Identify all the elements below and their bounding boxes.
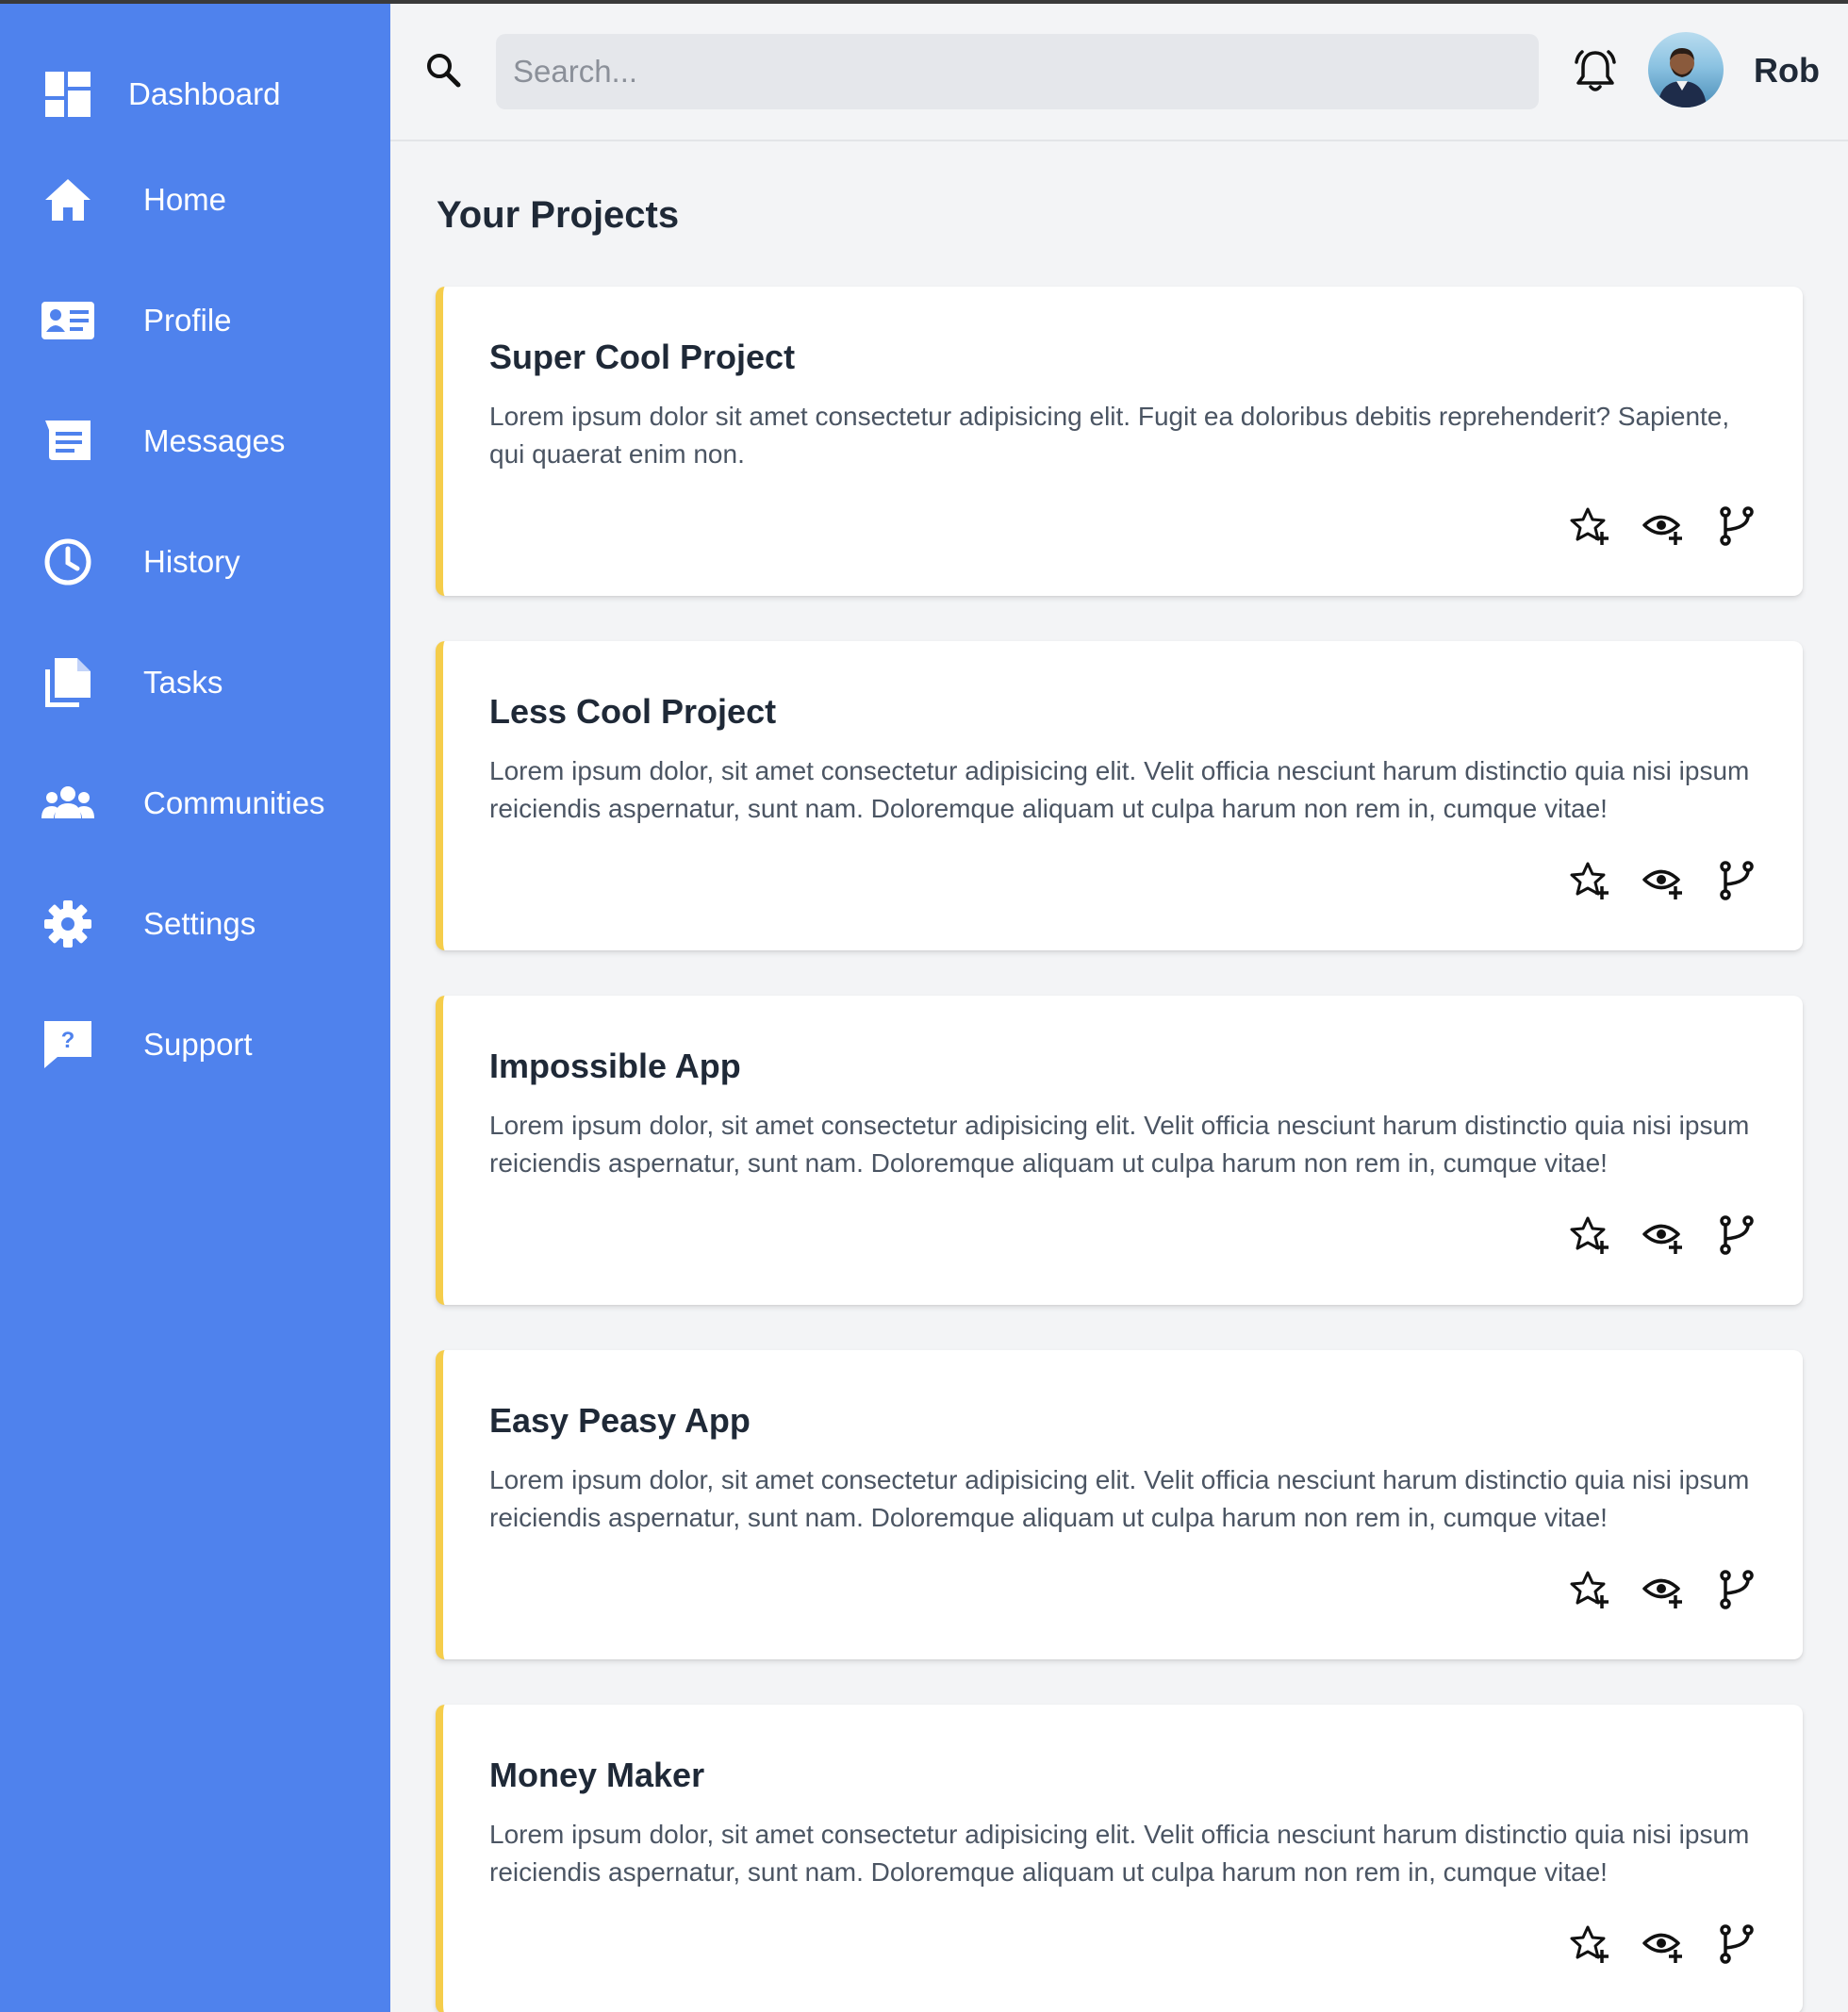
profile-card-icon <box>40 292 96 349</box>
project-description: Lorem ipsum dolor sit amet consectetur a… <box>489 402 1730 469</box>
project-card: Money Maker Lorem ipsum dolor, sit amet … <box>436 1705 1803 2012</box>
star-plus-icon[interactable] <box>1569 1569 1610 1610</box>
watch-eye-icon[interactable] <box>1642 505 1684 547</box>
sidebar-item-tasks[interactable]: Tasks <box>0 635 390 730</box>
watch-eye-icon[interactable] <box>1642 1214 1684 1256</box>
sidebar-item-label: Communities <box>143 785 325 820</box>
fork-icon[interactable] <box>1716 860 1757 901</box>
project-card: Super Cool Project Lorem ipsum dolor sit… <box>436 287 1803 596</box>
project-title[interactable]: Super Cool Project <box>489 334 795 381</box>
fork-icon[interactable] <box>1716 1214 1757 1256</box>
watch-eye-icon[interactable] <box>1642 1923 1684 1965</box>
star-plus-icon[interactable] <box>1569 860 1610 901</box>
gear-icon <box>40 896 96 952</box>
project-title[interactable]: Easy Peasy App <box>489 1397 751 1444</box>
project-title[interactable]: Impossible App <box>489 1043 741 1090</box>
project-title[interactable]: Money Maker <box>489 1752 704 1799</box>
sidebar-item-communities[interactable]: Communities <box>0 756 390 850</box>
sidebar-item-label: Support <box>143 1027 253 1062</box>
people-icon <box>40 775 96 832</box>
project-actions <box>1569 505 1757 547</box>
sidebar-item-support[interactable]: ? Support <box>0 998 390 1092</box>
window-top-border <box>0 0 1848 4</box>
bell-icon[interactable] <box>1571 47 1620 96</box>
project-card: Less Cool Project Lorem ipsum dolor, sit… <box>436 641 1803 950</box>
avatar[interactable] <box>1648 32 1724 107</box>
username[interactable]: Rob <box>1754 47 1820 94</box>
sidebar-item-label: Settings <box>143 906 256 941</box>
sidebar-item-label: Tasks <box>143 665 223 700</box>
sidebar-item-home[interactable]: Home <box>0 153 390 247</box>
project-description: Lorem ipsum dolor, sit amet consectetur … <box>489 1465 1750 1532</box>
sidebar-item-label: Profile <box>143 303 232 338</box>
sidebar-item-history[interactable]: History <box>0 515 390 609</box>
sidebar-item-messages[interactable]: Messages <box>0 394 390 488</box>
project-description: Lorem ipsum dolor, sit amet consectetur … <box>489 1111 1750 1178</box>
sidebar-item-label: Home <box>143 182 227 217</box>
dashboard-icon <box>40 66 96 123</box>
star-plus-icon[interactable] <box>1569 1923 1610 1965</box>
project-actions <box>1569 860 1757 901</box>
star-plus-icon[interactable] <box>1569 1214 1610 1256</box>
project-title[interactable]: Less Cool Project <box>489 688 776 735</box>
watch-eye-icon[interactable] <box>1642 860 1684 901</box>
sidebar-item-settings[interactable]: Settings <box>0 877 390 971</box>
search-icon[interactable] <box>424 51 462 89</box>
home-icon <box>40 172 96 228</box>
project-card: Easy Peasy App Lorem ipsum dolor, sit am… <box>436 1350 1803 1659</box>
clock-icon <box>40 534 96 590</box>
sidebar-item-label: Dashboard <box>128 76 281 111</box>
project-description: Lorem ipsum dolor, sit amet consectetur … <box>489 756 1750 823</box>
page-title: Your Projects <box>437 194 680 236</box>
search-input[interactable] <box>496 34 1539 109</box>
documents-icon <box>40 654 96 711</box>
fork-icon[interactable] <box>1716 1923 1757 1965</box>
help-chat-icon: ? <box>40 1016 96 1073</box>
fork-icon[interactable] <box>1716 505 1757 547</box>
sidebar-item-label: History <box>143 544 240 579</box>
project-card: Impossible App Lorem ipsum dolor, sit am… <box>436 996 1803 1305</box>
sidebar-item-profile[interactable]: Profile <box>0 273 390 368</box>
star-plus-icon[interactable] <box>1569 505 1610 547</box>
project-actions <box>1569 1214 1757 1256</box>
sidebar: Dashboard Home Profile Messages History … <box>0 0 390 2012</box>
fork-icon[interactable] <box>1716 1569 1757 1610</box>
messages-icon <box>40 413 96 470</box>
project-actions <box>1569 1923 1757 1965</box>
watch-eye-icon[interactable] <box>1642 1569 1684 1610</box>
project-actions <box>1569 1569 1757 1610</box>
project-description: Lorem ipsum dolor, sit amet consectetur … <box>489 1820 1750 1887</box>
svg-text:?: ? <box>61 1028 75 1053</box>
sidebar-item-label: Messages <box>143 423 286 458</box>
sidebar-item-dashboard[interactable]: Dashboard <box>0 47 390 141</box>
